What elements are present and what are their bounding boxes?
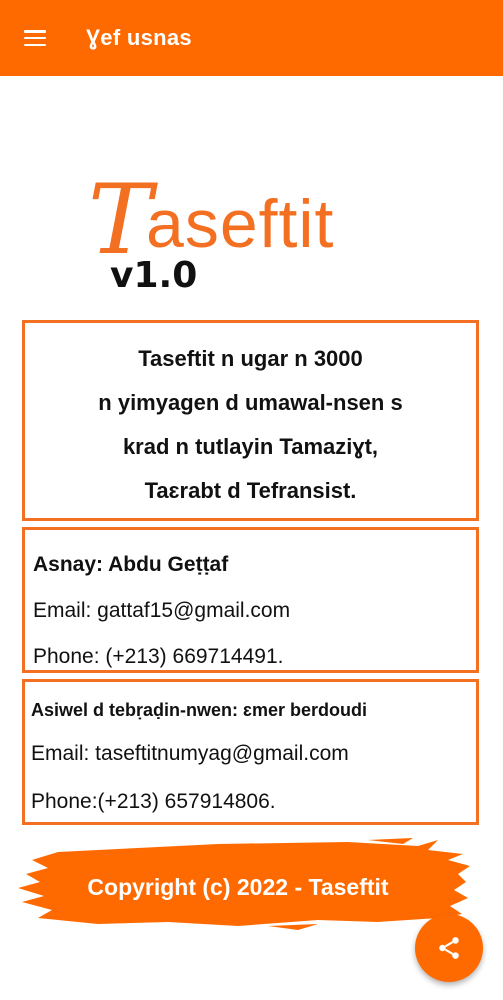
author-email[interactable]: Email: gattaf15@gmail.com	[33, 588, 476, 634]
menu-button[interactable]	[0, 0, 70, 76]
app-bar: Ɣef usnas	[0, 0, 503, 76]
helper-box: Asiwel d tebṛaḍin-nwen: ɛmer berdoudi Em…	[22, 679, 479, 825]
copyright-banner: Copyright (c) 2022 - Taseftit	[18, 838, 473, 930]
helper-phone[interactable]: Phone:(+213) 657914806.	[31, 778, 476, 826]
share-button[interactable]	[415, 914, 483, 982]
author-name: Asnay: Abdu Geṭṭaf	[33, 553, 229, 576]
description-line: Taseftit n ugar n 3000	[138, 346, 363, 371]
share-icon	[439, 937, 459, 959]
description-line: n yimyagen d umawal-nsen s	[98, 390, 403, 415]
author-phone[interactable]: Phone: (+213) 669714491.	[33, 634, 476, 680]
logo-first-letter: T	[88, 164, 153, 276]
helper-name: Asiwel d tebṛaḍin-nwen: ɛmer berdoudi	[31, 700, 367, 720]
page-title: Ɣef usnas	[86, 25, 192, 50]
description-line: krad n tutlayin Tamaziɣt,	[122, 434, 379, 459]
description-box: Taseftit n ugar n 3000 n yimyagen d umaw…	[22, 320, 479, 521]
app-logo: T aseftit v1.0	[88, 172, 388, 304]
helper-email[interactable]: Email: taseftitnumyag@gmail.com	[31, 730, 476, 778]
description-line: Taɛrabt d Tefransist.	[144, 478, 357, 503]
author-box: Asnay: Abdu Geṭṭaf Email: gattaf15@gmail…	[22, 527, 479, 673]
hamburger-menu-icon	[24, 30, 46, 46]
copyright-text: Copyright (c) 2022 - Taseftit	[87, 874, 389, 900]
logo-word: aseftit	[146, 186, 335, 262]
logo-version: v1.0	[110, 255, 198, 296]
